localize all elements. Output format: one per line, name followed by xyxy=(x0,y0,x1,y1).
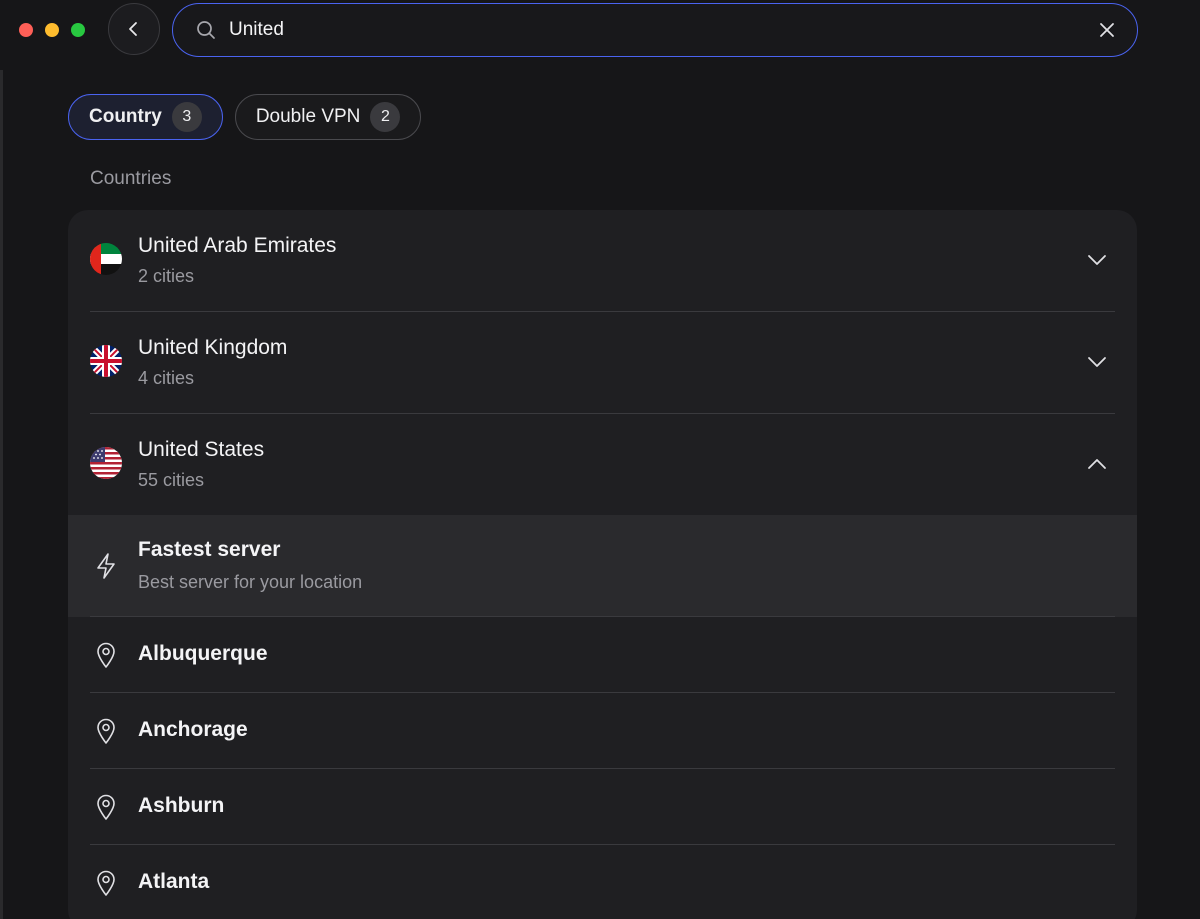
search-input[interactable] xyxy=(227,18,1097,42)
city-name: Anchorage xyxy=(138,718,248,741)
city-row-albuquerque[interactable]: Albuquerque xyxy=(68,617,1137,693)
country-row-us[interactable]: United States 55 cities xyxy=(68,414,1137,516)
country-city-count: 55 cities xyxy=(138,470,205,490)
fastest-server-row[interactable]: Fastest server Best server for your loca… xyxy=(68,515,1137,617)
section-heading: Countries xyxy=(90,168,172,189)
uk-flag-icon xyxy=(90,345,122,377)
search-icon xyxy=(195,19,217,41)
filter-chip-count: 3 xyxy=(171,102,202,132)
city-row-anchorage[interactable]: Anchorage xyxy=(68,693,1137,769)
location-pin-icon xyxy=(90,867,122,899)
window-edge xyxy=(0,70,3,919)
city-name: Ashburn xyxy=(138,794,225,817)
city-name: Atlanta xyxy=(138,870,210,893)
city-row-ashburn[interactable]: Ashburn xyxy=(68,769,1137,845)
minimize-window-button[interactable] xyxy=(45,23,59,37)
close-window-button[interactable] xyxy=(19,23,33,37)
zoom-window-button[interactable] xyxy=(71,23,85,37)
chevron-down-icon[interactable] xyxy=(1085,350,1109,374)
uae-flag-icon xyxy=(90,243,122,275)
country-city-count: 4 cities xyxy=(138,368,195,388)
filter-chip-country[interactable]: Country 3 xyxy=(68,94,223,140)
city-row-atlanta[interactable]: Atlanta xyxy=(68,845,1137,919)
results-list: United Arab Emirates 2 cities United Kin… xyxy=(68,210,1137,919)
country-name: United States xyxy=(138,438,265,461)
country-row-uae[interactable]: United Arab Emirates 2 cities xyxy=(68,210,1137,312)
clear-search-button[interactable] xyxy=(1097,20,1117,40)
location-pin-icon xyxy=(90,791,122,823)
filter-chip-label: Double VPN xyxy=(255,106,361,127)
fastest-server-subtitle: Best server for your location xyxy=(138,572,363,592)
chevron-up-icon[interactable] xyxy=(1085,452,1109,476)
chevron-down-icon[interactable] xyxy=(1085,248,1109,272)
search-bar[interactable] xyxy=(172,3,1138,57)
us-flag-icon xyxy=(90,447,122,479)
close-icon xyxy=(1100,23,1114,37)
country-row-uk[interactable]: United Kingdom 4 cities xyxy=(68,312,1137,414)
location-pin-icon xyxy=(90,639,122,671)
chevron-left-icon xyxy=(129,22,137,36)
filter-chip-label: Country xyxy=(89,106,162,127)
country-name: United Arab Emirates xyxy=(138,234,337,257)
country-city-count: 2 cities xyxy=(138,266,195,286)
window-controls xyxy=(19,23,85,37)
city-name: Albuquerque xyxy=(138,642,268,665)
filter-chips: Country 3 Double VPN 2 xyxy=(68,94,422,140)
country-name: United Kingdom xyxy=(138,336,288,359)
lightning-icon xyxy=(90,550,122,582)
filter-chip-double-vpn[interactable]: Double VPN 2 xyxy=(234,94,422,140)
app-window: Country 3 Double VPN 2 Countries United … xyxy=(0,0,1200,919)
location-pin-icon xyxy=(90,715,122,747)
back-button[interactable] xyxy=(108,3,160,55)
fastest-server-title: Fastest server xyxy=(138,538,281,561)
filter-chip-count: 2 xyxy=(370,102,401,132)
